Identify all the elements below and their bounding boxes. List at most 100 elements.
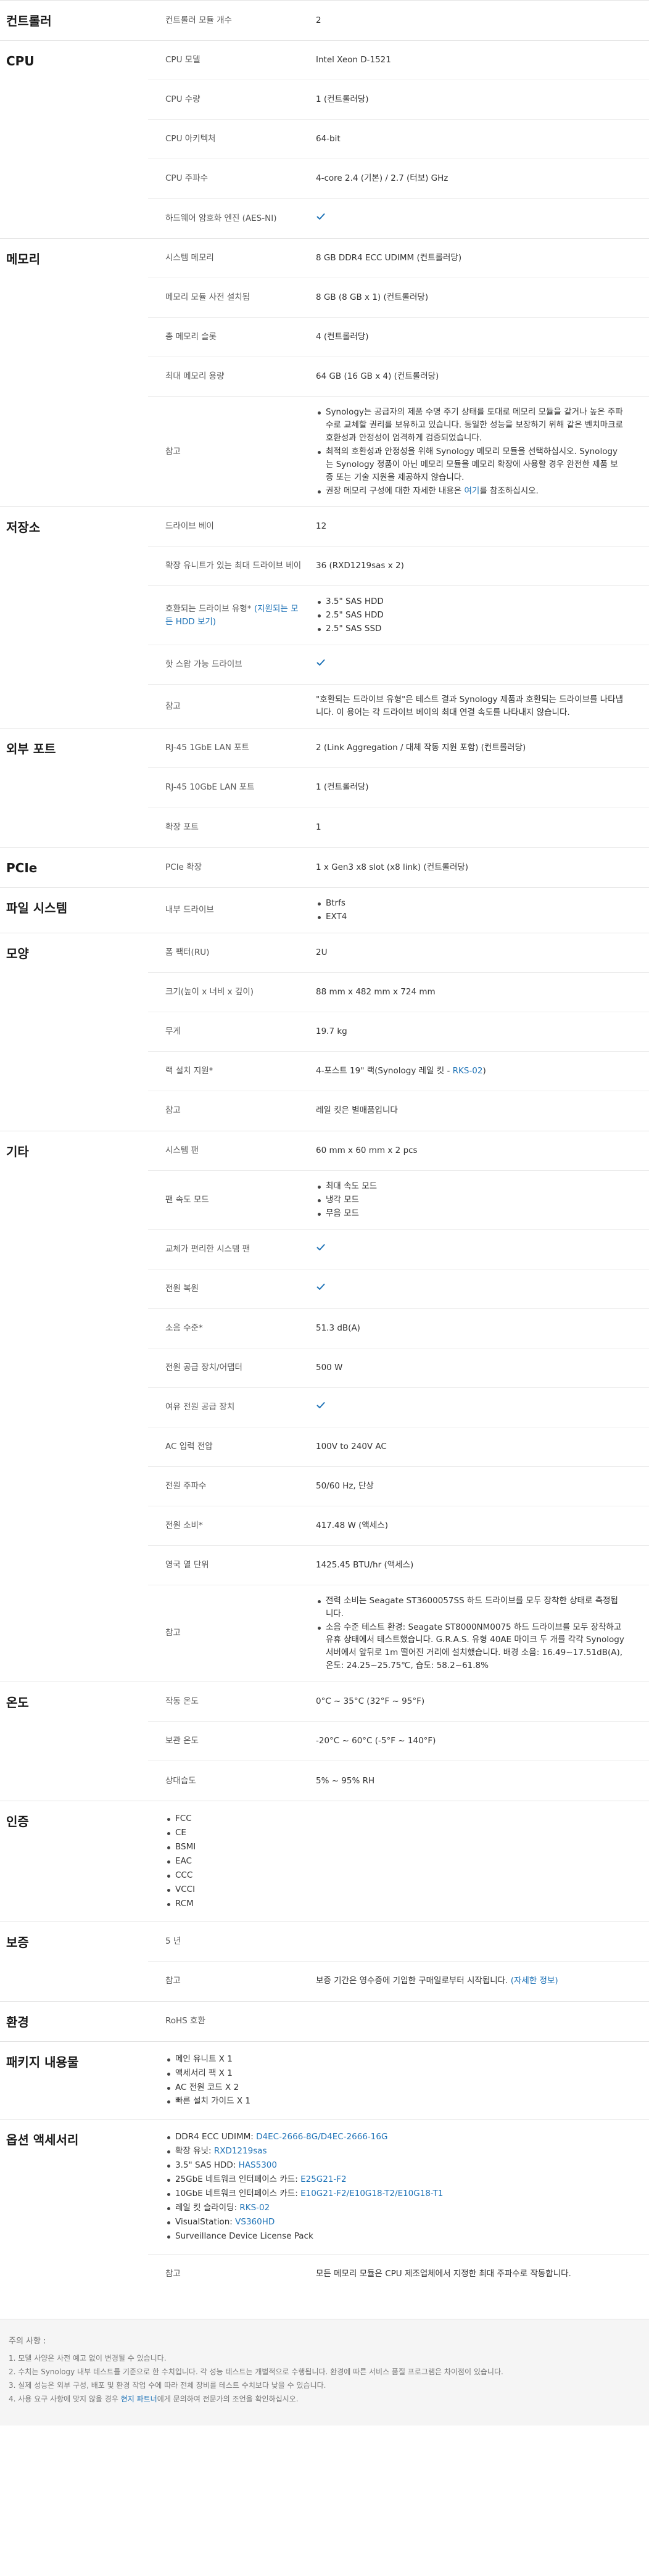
list-item-link[interactable]: E25G21-F2 — [300, 2174, 347, 2184]
spec-value: 1 (컨트롤러당) — [316, 782, 369, 793]
footnote: 2. 수치는 Synology 내부 테스트를 기준으로 한 수치입니다. 각 … — [9, 2367, 503, 2376]
spec-row: 총 메모리 슬롯 4 (컨트롤러당) — [148, 318, 649, 357]
spec-label: 참고 — [148, 691, 316, 722]
spec-label-text: 참고 — [165, 1976, 181, 1986]
spec-row: AC 입력 전압 100V to 240V AC — [148, 1427, 649, 1467]
spec-label-text: AC 입력 전압 — [165, 1441, 213, 1451]
spec-value — [316, 1392, 649, 1423]
spec-row: 영국 열 단위 1425.45 BTU/hr (액세스) — [148, 1546, 649, 1585]
spec-page: 컨트롤러 컨트롤러 모듈 개수 2 CPU CPU 모델 Intel Xeon D-152… — [0, 0, 649, 2425]
section-title: PCIe — [6, 861, 38, 876]
spec-row: 내부 드라이브 Btrfs EXT4 — [148, 888, 649, 933]
spec-label: 영국 열 단위 — [148, 1550, 316, 1580]
list-item-link[interactable]: RXD1219sas — [214, 2146, 267, 2156]
spec-label: 폼 팩터(RU) — [148, 938, 316, 968]
list-item: CE — [165, 1827, 624, 1839]
spec-label-text: 전원 소비* — [165, 1520, 203, 1530]
spec-label: CPU 아키텍처 — [148, 124, 316, 154]
spec-row: 소음 수준* 51.3 dB(A) — [148, 1309, 649, 1348]
section-cpu: CPU CPU 모델 Intel Xeon D-1521 CPU 수량 1 (컨트롤러당… — [0, 40, 649, 238]
list-item: 권장 메모리 구성에 대한 자세한 내용은 여기를 참조하십시오. — [316, 485, 624, 498]
spec-label-text: 하드웨어 암호화 엔진 (AES-NI) — [165, 213, 277, 223]
spec-value-link[interactable]: RKS-02 — [453, 1066, 483, 1076]
spec-label-text: RoHS 호환 — [165, 2016, 205, 2026]
spec-label: 호환되는 드라이브 유형* (지원되는 모든 HDD 보기) — [148, 594, 316, 637]
section-title: 저장소 — [6, 520, 41, 535]
section-body: PCIe 확장 1 x Gen3 x8 slot (x8 link) (컨트롤러당… — [148, 848, 649, 887]
spec-row: 드라이브 베이 12 — [148, 507, 649, 547]
list-item: VCCI — [165, 1883, 624, 1896]
spec-label: 참고 — [148, 1966, 316, 1996]
spec-label-text: 확장 포트 — [165, 822, 199, 832]
spec-row: RoHS 호환 — [148, 2002, 649, 2041]
text: 25GbE 네트워크 인터페이스 카드: — [175, 2174, 301, 2185]
text: 에게 문의하여 전문가의 조언을 확인하십시오. — [157, 2394, 299, 2403]
text: 확장 유닛: — [175, 2146, 214, 2157]
section-accessories: 옵션 액세서리 DDR4 ECC UDIMM: D4EC-2666-8G/D4EC… — [0, 2119, 649, 2293]
section-body: 컨트롤러 모듈 개수 2 — [148, 1, 649, 40]
section-title: 옵션 액세서리 — [6, 2132, 79, 2148]
bullet-list: 최대 속도 모드 냉각 모드 무음 모드 — [316, 1180, 624, 1220]
section-body: FCC CE BSMI EAC CCC VCCI RCM — [148, 1801, 649, 1921]
spec-label-text: 작동 온도 — [165, 1696, 199, 1707]
spec-value: 레일 킷은 별매품입니다 — [316, 1105, 398, 1116]
bullet-list: Synology는 공급자의 제품 수명 주기 상태를 토대로 메모리 모듈을 … — [316, 406, 624, 497]
list-item-link[interactable]: 여기 — [464, 486, 479, 496]
section-title: 외부 포트 — [6, 741, 56, 757]
section-title: 기타 — [6, 1144, 29, 1159]
certification-list: FCC CE BSMI EAC CCC VCCI RCM — [148, 1801, 649, 1921]
list-item: AC 전원 코드 X 2 — [165, 2081, 624, 2094]
spec-value-link[interactable]: (자세한 정보) — [511, 1976, 558, 1986]
section-body: 작동 온도 0°C ~ 35°C (32°F ~ 95°F) 보관 온도 -20°C … — [148, 1682, 649, 1801]
section-title: 환경 — [6, 2014, 29, 2029]
spec-row: 참고 "호환되는 드라이브 유형"은 테스트 결과 Synology 제품과 호환… — [148, 685, 649, 728]
list-item: 10GbE 네트워크 인터페이스 카드: E10G21-F2/E10G18-T2… — [165, 2187, 624, 2200]
spec-row: 확장 유니트가 있는 최대 드라이브 베이 36 (RXD1219sas x 2) — [148, 547, 649, 587]
spec-label: 내부 드라이브 — [148, 895, 316, 925]
check-icon — [316, 1282, 326, 1292]
list-item-link[interactable]: E10G21-F2/E10G18-T2/E10G18-T1 — [300, 2189, 443, 2198]
spec-label-text: 참고 — [165, 446, 181, 456]
spec-label: RoHS 호환 — [148, 2006, 316, 2036]
spec-label-text: 여유 전원 공급 장치 — [165, 1402, 235, 1412]
spec-value: 88 mm x 482 mm x 724 mm — [316, 986, 436, 997]
section-title: 메모리 — [6, 252, 41, 266]
spec-value: 19.7 kg — [316, 1026, 347, 1036]
spec-value: 8 GB (8 GB x 1) (컨트롤러당) — [316, 292, 429, 303]
list-item: 2.5" SAS SSD — [316, 622, 624, 635]
spec-label: 소음 수준* — [148, 1313, 316, 1344]
list-item: EAC — [165, 1855, 624, 1868]
spec-label-text: PCIe 확장 — [165, 862, 202, 872]
spec-label-text: 참고 — [165, 2269, 181, 2279]
list-item-link[interactable]: D4EC-2666-8G/D4EC-2666-16G — [256, 2132, 387, 2142]
spec-label-text: 드라이브 베이 — [165, 521, 214, 532]
spec-row: 참고 레일 킷은 별매품입니다 — [148, 1091, 649, 1131]
spec-label-text: 보관 온도 — [165, 1736, 199, 1746]
spec-value: 4 (컨트롤러당) — [316, 332, 369, 342]
spec-value: 1 — [316, 822, 321, 832]
spec-row: 5 년 — [148, 1922, 649, 1962]
spec-label: 여유 전원 공급 장치 — [148, 1392, 316, 1422]
section-body: 5 년참고 보증 기간은 영수증에 기입한 구매일로부터 시작됩니다. (자세한 … — [148, 1922, 649, 2001]
list-item: DDR4 ECC UDIMM: D4EC-2666-8G/D4EC-2666-1… — [165, 2131, 624, 2144]
spec-row: 참고 보증 기간은 영수증에 기입한 구매일로부터 시작됩니다. (자세한 정보) — [148, 1962, 649, 2001]
spec-row: CPU 모델 Intel Xeon D-1521 — [148, 41, 649, 80]
list-item-link[interactable]: VS360HD — [235, 2217, 275, 2227]
spec-label: 전원 주파수 — [148, 1471, 316, 1501]
section-filesystem: 파일 시스템 내부 드라이브 Btrfs EXT4 — [0, 887, 649, 933]
text: ) — [482, 1065, 486, 1076]
list-item: 전력 소비는 Seagate ST3600057SS 하드 드라이브를 모두 장… — [316, 1595, 624, 1620]
list-item-link[interactable]: HAS5300 — [239, 2160, 277, 2170]
list-item: 메인 유니트 X 1 — [165, 2053, 624, 2066]
local-partner-link[interactable]: 현지 파트너 — [121, 2395, 157, 2403]
spec-value: 36 (RXD1219sas x 2) — [316, 561, 404, 571]
spec-label-text: 확장 유니트가 있는 최대 드라이브 베이 — [165, 561, 302, 571]
spec-value: 보증 기간은 영수증에 기입한 구매일로부터 시작됩니다. (자세한 정보) — [316, 1966, 649, 1996]
spec-label: 작동 온도 — [148, 1686, 316, 1717]
list-item-link[interactable]: RKS-02 — [239, 2203, 270, 2213]
spec-label-text: 5 년 — [165, 1936, 181, 1946]
spec-value — [316, 203, 649, 234]
spec-label-text: 랙 설치 지원* — [165, 1065, 213, 1076]
spec-label-text: 전원 공급 장치/어댑터 — [165, 1362, 242, 1373]
spec-value: 모든 메모리 모듈은 CPU 제조업체에서 지정한 최대 주파수로 작동합니다. — [316, 2269, 571, 2279]
